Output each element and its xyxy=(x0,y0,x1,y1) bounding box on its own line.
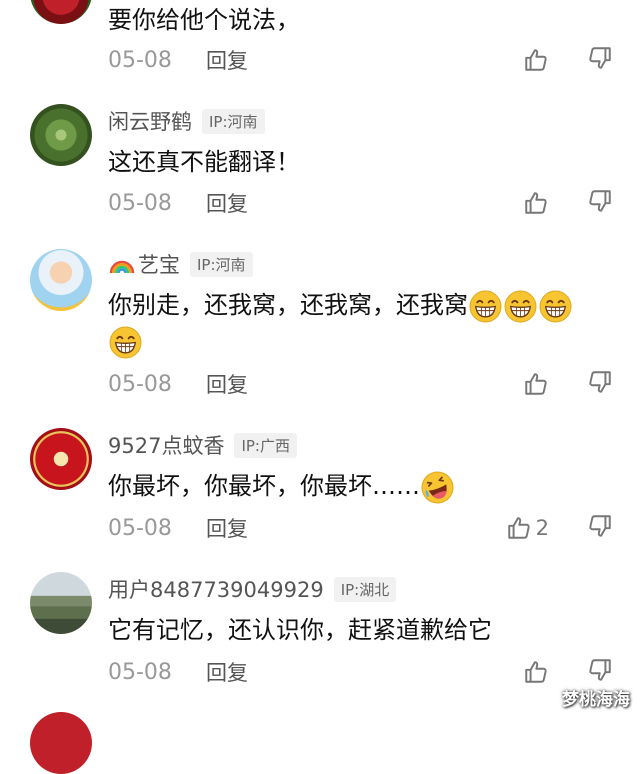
avatar[interactable] xyxy=(30,428,92,490)
like-count: 2 xyxy=(535,516,549,540)
comment-date: 05-08 xyxy=(108,371,172,397)
ip-location-badge: IP:广西 xyxy=(234,432,297,458)
rolling-laughing-face-icon xyxy=(421,471,454,504)
thumbs-down-icon xyxy=(587,657,613,683)
comment-text: 它有记忆，还认识你，赶紧道歉给它 xyxy=(108,616,492,644)
like-button[interactable] xyxy=(523,190,549,216)
thumbs-down-icon xyxy=(587,45,613,71)
grinning-face-icon xyxy=(539,290,572,323)
avatar[interactable] xyxy=(30,104,92,166)
comment-text-line: 你别走，还我窝，还我窝，还我窝 xyxy=(108,291,468,319)
comment-username[interactable]: 用户8487739049929 xyxy=(108,574,324,604)
comment-text-line: 你最坏，你最坏，你最坏…… xyxy=(108,472,420,500)
dislike-button[interactable] xyxy=(587,188,613,218)
comment-meta: 05-08 回复 xyxy=(108,45,613,75)
thumbs-up-icon xyxy=(506,515,532,541)
like-button[interactable] xyxy=(523,659,549,685)
thumbs-up-icon xyxy=(523,190,549,216)
reply-button[interactable]: 回复 xyxy=(206,513,248,543)
thumbs-down-icon xyxy=(587,369,613,395)
thumbs-up-icon xyxy=(523,659,549,685)
ip-location-badge: IP:河南 xyxy=(190,251,253,277)
grinning-face-icon xyxy=(109,326,142,359)
rainbow-icon xyxy=(109,254,135,274)
dislike-button[interactable] xyxy=(587,513,613,543)
like-button[interactable] xyxy=(523,371,549,397)
comment-meta: 05-08 回复 2 xyxy=(108,513,613,543)
avatar[interactable] xyxy=(30,249,92,311)
like-button[interactable] xyxy=(523,47,549,73)
ip-location-badge: IP:湖北 xyxy=(333,576,397,602)
avatar[interactable] xyxy=(30,0,92,24)
watermark: 梦桃海海 xyxy=(562,690,630,710)
comment-meta: 05-08 回复 xyxy=(108,188,613,218)
comment-date: 05-08 xyxy=(108,659,172,685)
comment-username[interactable]: 闲云野鹤 xyxy=(108,106,192,136)
comment-meta: 05-08 回复 xyxy=(108,369,613,399)
reply-button[interactable]: 回复 xyxy=(206,45,248,75)
reply-button[interactable]: 回复 xyxy=(206,188,248,218)
reply-button[interactable]: 回复 xyxy=(206,657,248,687)
thumbs-down-icon xyxy=(587,513,613,539)
comment-username[interactable]: 9527点蚊香 xyxy=(108,430,224,460)
like-button[interactable]: 2 xyxy=(506,515,549,541)
comment-text: 你别走，还我窝，还我窝，还我窝 xyxy=(108,287,618,359)
avatar[interactable] xyxy=(30,572,92,634)
comment-text: 要你给他个说法， xyxy=(108,6,300,34)
comment-date: 05-08 xyxy=(108,47,172,73)
comment-text: 你最坏，你最坏，你最坏…… xyxy=(108,468,618,504)
reply-button[interactable]: 回复 xyxy=(206,369,248,399)
comment-text: 这还真不能翻译！ xyxy=(108,148,300,176)
grinning-face-icon xyxy=(504,290,537,323)
ip-location-badge: IP:河南 xyxy=(202,108,265,134)
comment-date: 05-08 xyxy=(108,515,172,541)
grinning-face-icon xyxy=(469,290,502,323)
thumbs-up-icon xyxy=(523,47,549,73)
thumbs-up-icon xyxy=(523,371,549,397)
dislike-button[interactable] xyxy=(587,369,613,399)
dislike-button[interactable] xyxy=(587,657,613,687)
avatar[interactable] xyxy=(30,712,92,774)
thumbs-down-icon xyxy=(587,188,613,214)
comment-meta: 05-08 回复 xyxy=(108,657,613,687)
dislike-button[interactable] xyxy=(587,45,613,75)
comment-username[interactable]: 艺宝 xyxy=(138,249,180,279)
comment-date: 05-08 xyxy=(108,190,172,216)
